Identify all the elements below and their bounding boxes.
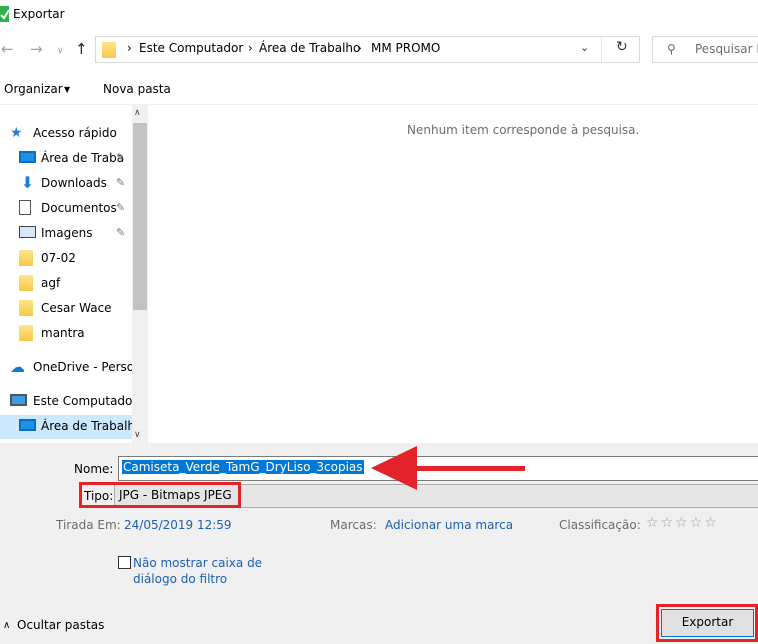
up-arrow-icon[interactable]: ↑ (75, 41, 88, 57)
folder-icon (102, 42, 116, 58)
recent-locations-chevron-icon[interactable]: ∨ (57, 43, 64, 59)
type-highlight-box (79, 482, 241, 508)
nav-item-desktop[interactable]: Área de Traba ✎ (0, 147, 132, 171)
date-taken-label: Tirada Em: (56, 518, 121, 532)
nav-label: Acesso rápido (33, 126, 117, 140)
search-icon: ⚲ (667, 42, 676, 56)
nav-label: OneDrive - Persor (33, 360, 132, 374)
chevron-down-icon[interactable]: ⌄ (580, 41, 589, 54)
nav-item-folder-07-02[interactable]: 07-02 (0, 247, 132, 271)
rating-stars[interactable]: ☆☆☆☆☆ (646, 515, 719, 531)
folder-icon (19, 300, 33, 316)
chevron-down-icon[interactable]: ▼ (64, 85, 70, 94)
pin-icon[interactable]: ✎ (116, 151, 125, 164)
filter-dialog-checkbox[interactable] (118, 556, 131, 569)
file-name-value: Camiseta_Verde_TamG_DryLiso_3copias (122, 460, 364, 474)
breadcrumb-this-pc[interactable]: Este Computador (139, 41, 243, 55)
address-divider (601, 37, 602, 62)
nav-this-pc[interactable]: Este Computador (0, 390, 132, 414)
computer-icon (10, 394, 27, 406)
hide-folders-button[interactable]: Ocultar pastas (17, 618, 104, 632)
date-taken-value[interactable]: 24/05/2019 12:59 (124, 518, 232, 532)
breadcrumb-separator: › (127, 41, 132, 55)
search-placeholder: Pesquisar M (695, 42, 758, 56)
document-icon (19, 200, 31, 215)
nav-item-downloads[interactable]: ⬇ Downloads ✎ (0, 172, 132, 196)
nav-item-folder-cesar-wace[interactable]: Cesar Wace (0, 297, 132, 321)
nav-onedrive[interactable]: ☁ OneDrive - Persor (0, 356, 132, 380)
tags-label: Marcas: (330, 518, 377, 532)
window-title: Exportar (13, 7, 65, 21)
nav-item-folder-agf[interactable]: agf (0, 272, 132, 296)
nav-label: agf (41, 276, 61, 290)
nav-label: Área de Traba (41, 151, 125, 165)
nav-label: Este Computador (33, 394, 132, 408)
cloud-icon: ☁ (10, 358, 25, 376)
nav-item-folder-mantra[interactable]: mantra (0, 322, 132, 346)
pin-icon[interactable]: ✎ (116, 176, 125, 189)
toolbar: Organizar ▼ Nova pasta (0, 76, 758, 102)
organize-button[interactable]: Organizar (4, 82, 63, 96)
address-bar[interactable]: › Este Computador › Área de Trabalho › M… (95, 36, 640, 63)
title-bar: Exportar (0, 0, 758, 30)
nav-label: Cesar Wace (41, 301, 112, 315)
download-icon: ⬇ (20, 173, 35, 192)
refresh-icon[interactable]: ↻ (616, 39, 628, 55)
nav-label: mantra (41, 326, 85, 340)
annotation-arrow-shaft (410, 466, 525, 471)
annotation-arrow-head (371, 446, 417, 490)
breadcrumb-separator[interactable]: › (357, 41, 362, 55)
pin-icon[interactable]: ✎ (116, 201, 125, 214)
chevron-up-icon[interactable]: ∧ (3, 620, 10, 631)
scroll-up-icon[interactable]: ∧ (134, 108, 141, 118)
desktop-icon (19, 419, 36, 431)
pictures-icon (19, 226, 36, 238)
folder-icon (19, 325, 33, 341)
nav-label: 07-02 (41, 251, 76, 265)
breadcrumb-mm-promo[interactable]: MM PROMO (371, 41, 440, 55)
back-arrow-icon[interactable]: ← (1, 41, 14, 57)
add-tag-link[interactable]: Adicionar uma marca (385, 518, 513, 532)
nav-label: Imagens (41, 226, 93, 240)
nav-label: Área de Trabalho (41, 419, 132, 433)
pin-icon[interactable]: ✎ (116, 226, 125, 239)
nav-label: Documentos (41, 201, 117, 215)
file-name-label: Nome: (74, 462, 114, 476)
empty-results-message: Nenhum item corresponde à pesquisa. (407, 123, 640, 137)
navigation-pane: ★ Acesso rápido Área de Traba ✎ ⬇ Downlo… (0, 105, 148, 443)
folder-icon (19, 250, 33, 266)
rating-label: Classificação: (559, 518, 641, 532)
breadcrumb-separator[interactable]: › (248, 41, 253, 55)
filter-dialog-label[interactable]: Não mostrar caixa de diálogo do filtro (133, 555, 263, 587)
nav-label: Downloads (41, 176, 107, 190)
scroll-down-icon[interactable]: ∨ (134, 430, 141, 440)
desktop-icon (19, 151, 36, 163)
nav-item-pictures[interactable]: Imagens ✎ (0, 222, 132, 246)
export-highlight-box (656, 604, 758, 642)
folder-icon (19, 275, 33, 291)
star-icon: ★ (10, 125, 23, 141)
new-folder-button[interactable]: Nova pasta (103, 82, 171, 96)
forward-arrow-icon[interactable]: → (30, 41, 43, 57)
search-input[interactable]: ⚲ Pesquisar M (652, 36, 758, 63)
nav-desktop-selected[interactable]: Área de Trabalho (0, 415, 132, 439)
nav-quick-access[interactable]: ★ Acesso rápido (0, 122, 132, 146)
scrollbar-thumb[interactable] (133, 123, 147, 310)
nav-item-documents[interactable]: Documentos ✎ (0, 197, 132, 221)
breadcrumb-desktop[interactable]: Área de Trabalho (259, 41, 360, 55)
